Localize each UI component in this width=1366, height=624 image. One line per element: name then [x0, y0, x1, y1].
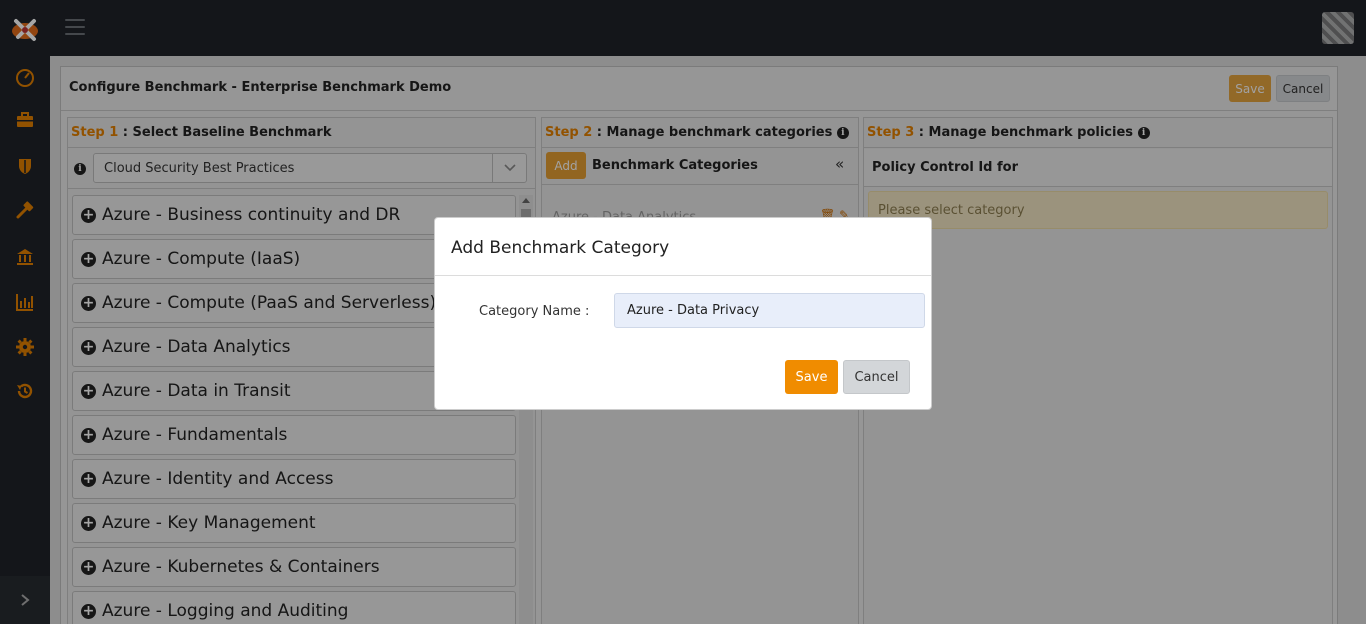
modal-header: Add Benchmark Category [435, 218, 931, 276]
modal-cancel-button[interactable]: Cancel [843, 360, 910, 394]
category-name-input[interactable] [614, 293, 925, 328]
category-name-label: Category Name : [479, 304, 590, 319]
modal-save-button[interactable]: Save [785, 360, 838, 394]
modal-title: Add Benchmark Category [451, 238, 670, 258]
add-category-modal: Add Benchmark Category Category Name : S… [434, 217, 932, 410]
